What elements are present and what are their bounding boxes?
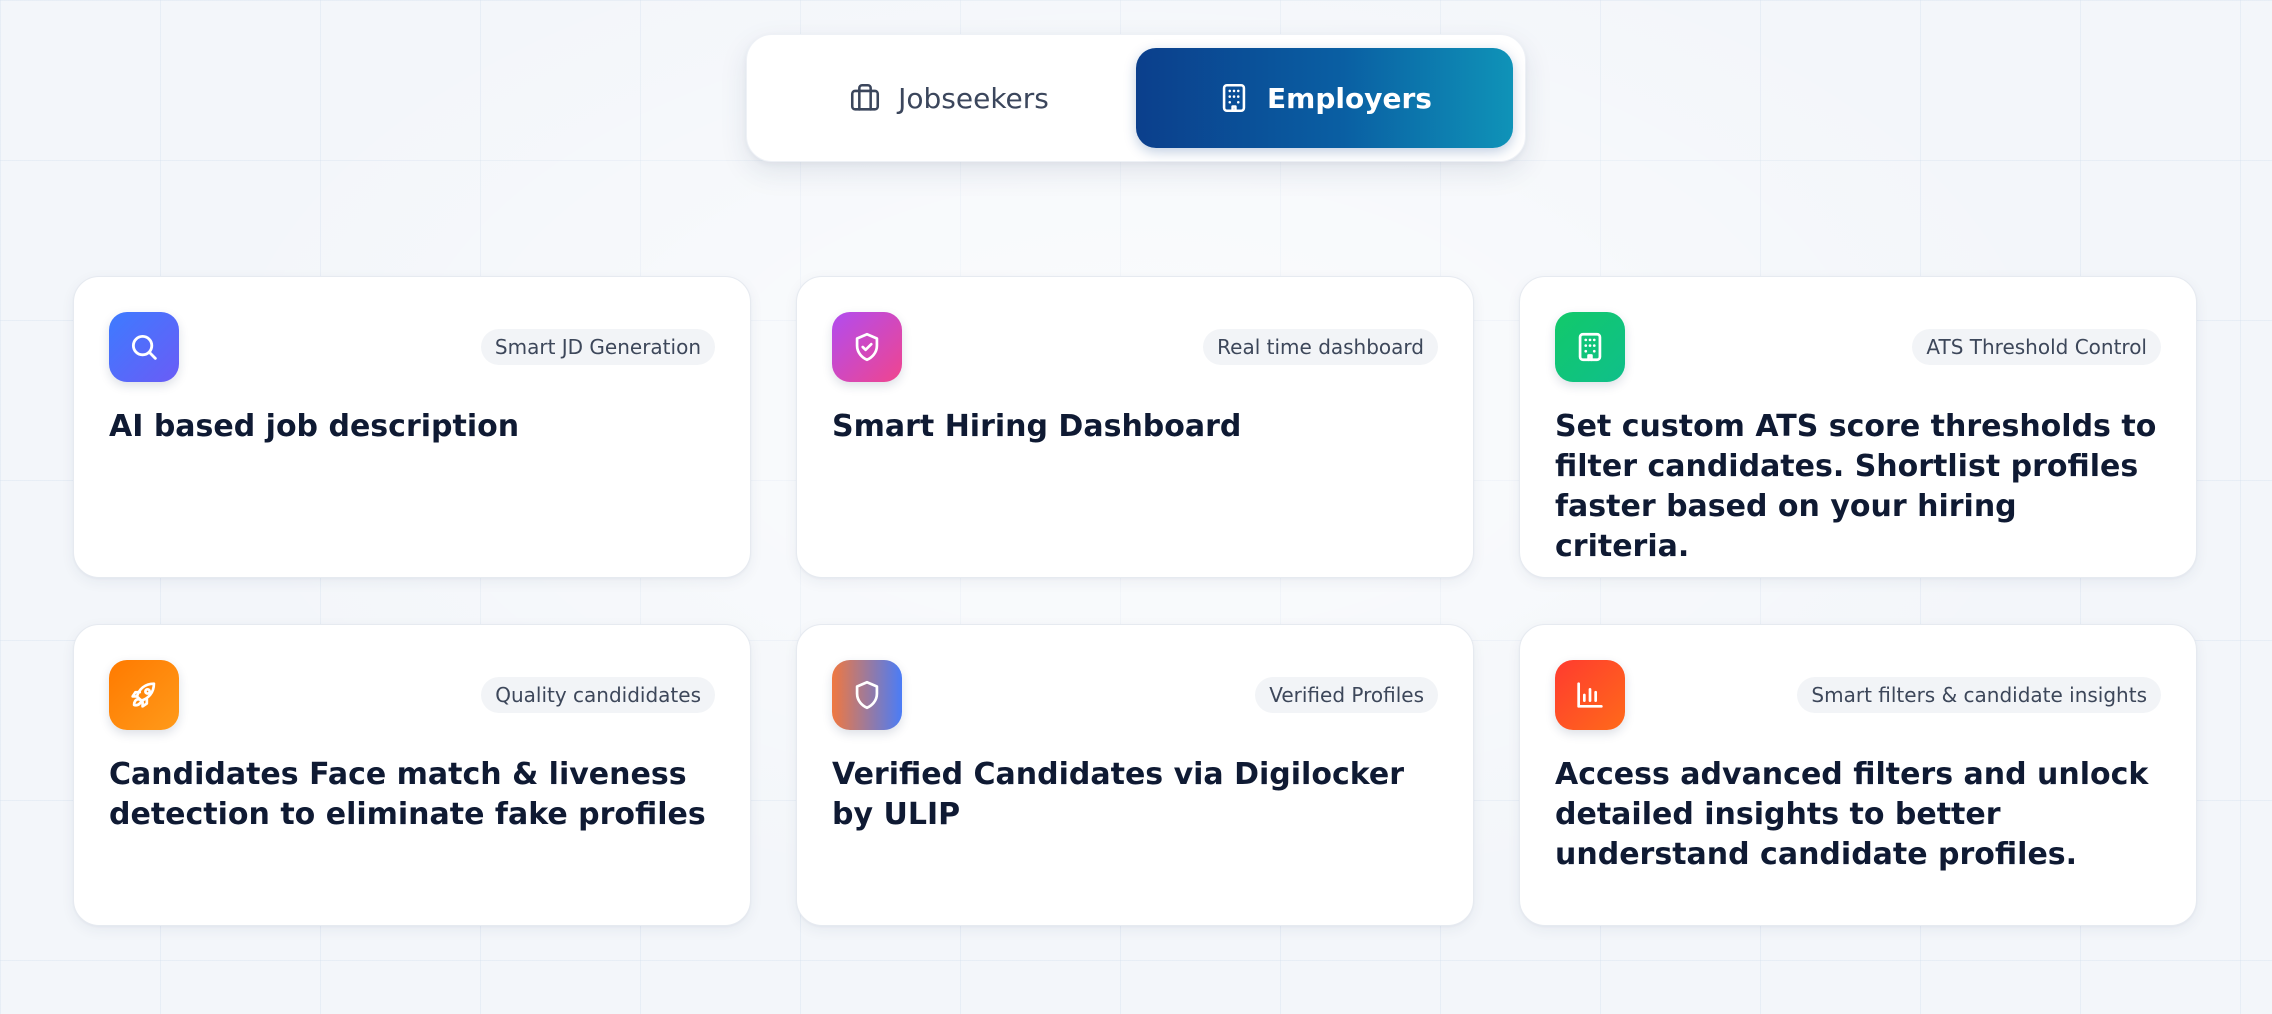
shield-check-icon	[855, 332, 879, 362]
feature-card-dashboard[interactable]: Real time dashboard Smart Hiring Dashboa…	[796, 276, 1474, 578]
audience-toggle: Jobseekers Employers	[746, 34, 1526, 162]
feature-badge: Verified Profiles	[1255, 677, 1438, 713]
shield-icon	[855, 680, 879, 710]
briefcase-icon	[851, 83, 880, 111]
feature-card-smart-filters[interactable]: Smart filters & candidate insights Acces…	[1519, 624, 2197, 926]
feature-card-ats-threshold[interactable]: ATS Threshold Control Set custom ATS sco…	[1519, 276, 2197, 578]
jobseekers-label: Jobseekers	[898, 81, 1049, 115]
feature-card-quality-candidates[interactable]: Quality candididates Candidates Face mat…	[73, 624, 751, 926]
rocket-icon	[131, 682, 156, 708]
feature-badge: Quality candididates	[481, 677, 715, 713]
feature-badge: ATS Threshold Control	[1912, 329, 2161, 365]
employers-label: Employers	[1267, 81, 1432, 115]
employers-tab[interactable]: Employers	[1136, 48, 1513, 148]
feature-badge: Smart filters & candidate insights	[1797, 677, 2161, 713]
feature-badge: Smart JD Generation	[480, 329, 715, 365]
icon-tile	[1555, 660, 1625, 730]
feature-description: Access advanced filters and unlock detai…	[1555, 757, 2149, 872]
feature-description: AI based job description	[109, 409, 520, 444]
icon-tile	[109, 660, 179, 730]
icon-tile	[832, 312, 902, 382]
feature-badge: Real time dashboard	[1203, 329, 1438, 365]
feature-description: Smart Hiring Dashboard	[832, 409, 1242, 444]
building-icon	[1222, 83, 1246, 113]
feature-card-verified-profiles[interactable]: Verified Profiles Verified Candidates vi…	[796, 624, 1474, 926]
jobseekers-tab[interactable]: Jobseekers	[760, 48, 1137, 148]
feature-description: Candidates Face match & liveness detecti…	[109, 757, 706, 832]
feature-description: Verified Candidates via Digilocker by UL…	[832, 757, 1405, 832]
building-icon	[1578, 332, 1602, 362]
feature-card-smart-jd[interactable]: Smart JD Generation AI based job descrip…	[73, 276, 751, 578]
icon-tile	[832, 660, 902, 730]
icon-tile	[1555, 312, 1625, 382]
icon-tile	[109, 312, 179, 382]
search-icon	[131, 334, 157, 360]
bar-chart-icon	[1577, 682, 1603, 708]
feature-description: Set custom ATS score thresholds to filte…	[1555, 409, 2157, 564]
